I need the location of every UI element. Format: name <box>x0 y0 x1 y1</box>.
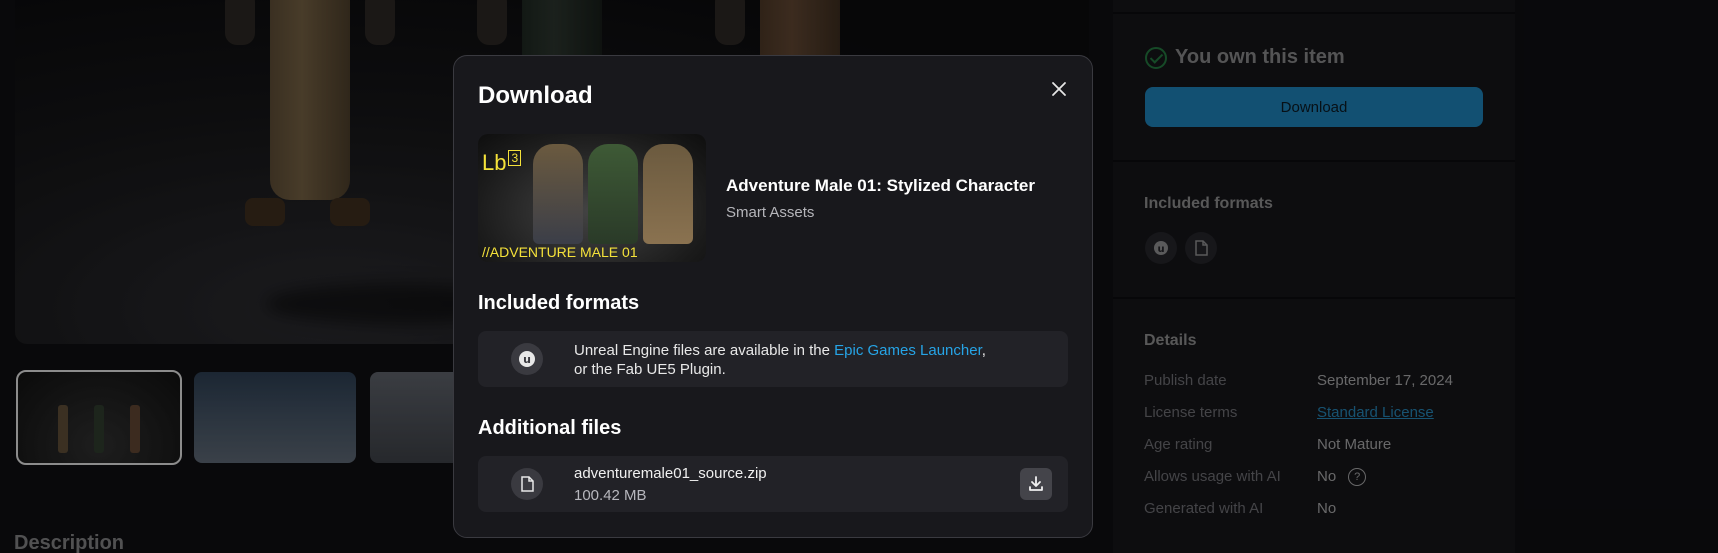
unreal-format-text: Unreal Engine files are available in the… <box>574 342 986 378</box>
file-name: adventuremale01_source.zip <box>574 465 767 482</box>
download-icon <box>1029 476 1043 491</box>
product-badge: Lb 3 <box>482 149 522 176</box>
file-icon <box>511 468 543 500</box>
modal-title: Download <box>478 82 593 109</box>
format-card-unreal: u Unreal Engine files are available in t… <box>478 331 1068 387</box>
included-formats-title: Included formats <box>478 292 640 314</box>
additional-files-title: Additional files <box>478 417 622 439</box>
file-download-button[interactable] <box>1020 468 1052 500</box>
download-modal: Download Lb 3 //ADVENTURE MALE 01 Adventu… <box>453 55 1093 538</box>
epic-games-launcher-link[interactable]: Epic Games Launcher <box>834 342 982 359</box>
unreal-engine-icon: u <box>511 343 543 375</box>
product-image-caption: //ADVENTURE MALE 01 <box>482 244 638 260</box>
product-thumbnail: Lb 3 //ADVENTURE MALE 01 <box>478 134 706 262</box>
page: Description You own this item Download I… <box>0 0 1718 553</box>
product-summary: Lb 3 //ADVENTURE MALE 01 Adventure Male 0… <box>478 134 1035 262</box>
product-title: Adventure Male 01: Stylized Character <box>726 175 1035 195</box>
file-size: 100.42 MB <box>574 487 647 504</box>
file-row: adventuremale01_source.zip 100.42 MB <box>478 456 1068 512</box>
close-button[interactable] <box>1046 76 1072 102</box>
svg-text:u: u <box>523 353 531 366</box>
close-icon <box>1052 82 1066 96</box>
product-seller[interactable]: Smart Assets <box>726 204 1035 221</box>
